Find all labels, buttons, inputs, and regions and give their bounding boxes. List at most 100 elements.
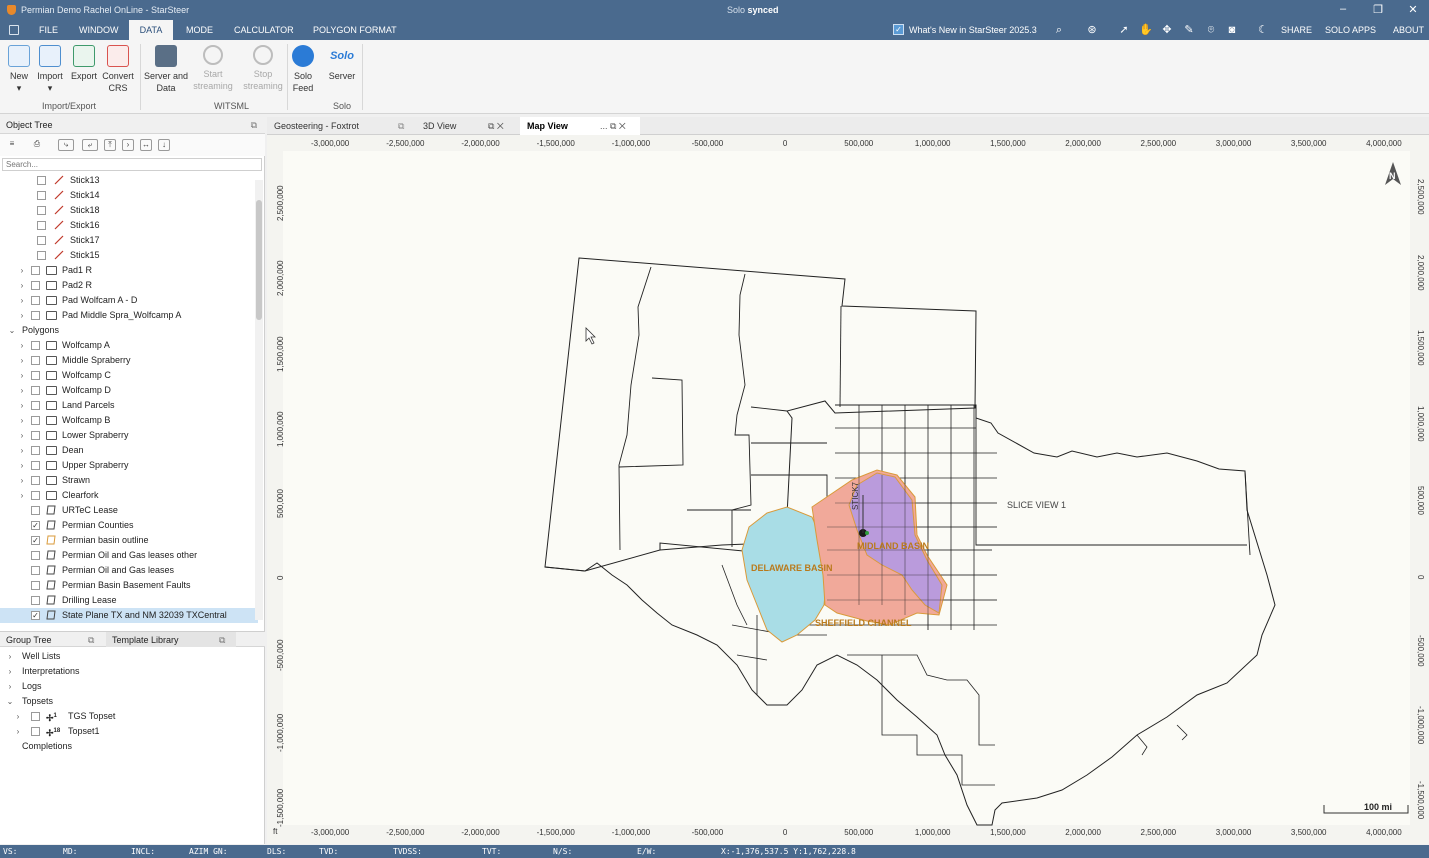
object-tree-row[interactable]: › Strawn — [0, 473, 258, 488]
object-tree-row[interactable]: › Wolfcamp C — [0, 368, 258, 383]
expand-icon[interactable]: › — [6, 649, 14, 664]
visibility-checkbox[interactable] — [31, 566, 40, 575]
visibility-checkbox[interactable] — [31, 311, 40, 320]
expand-icon[interactable]: › — [18, 278, 26, 293]
solo-server-button[interactable]: Solo Server — [327, 45, 357, 82]
object-tree-row[interactable]: Stick18 — [0, 203, 258, 218]
object-tree-row[interactable]: ✓ Permian Counties — [0, 518, 258, 533]
expand-icon[interactable]: › — [18, 293, 26, 308]
visibility-checkbox[interactable] — [31, 386, 40, 395]
visibility-checkbox[interactable] — [31, 371, 40, 380]
well-head-icon[interactable] — [865, 531, 869, 535]
object-tree-row[interactable]: Permian Oil and Gas leases other — [0, 548, 258, 563]
tab-window[interactable]: WINDOW — [71, 20, 127, 40]
expand-icon[interactable]: › — [18, 488, 26, 503]
tab-close-icon[interactable]: ... ⧉ ✕ — [600, 117, 626, 135]
tab-calculator[interactable]: CALCULATOR — [226, 20, 302, 40]
scrollbar-thumb[interactable] — [256, 200, 262, 320]
well-label[interactable]: STICK7 — [851, 482, 860, 510]
export-button[interactable]: Export — [69, 45, 99, 82]
expand-icon[interactable]: › — [18, 428, 26, 443]
pointer-icon[interactable]: ➚ — [1117, 23, 1131, 37]
visibility-checkbox[interactable] — [37, 221, 46, 230]
visibility-checkbox[interactable]: ✓ — [31, 611, 40, 620]
float-panel-icon[interactable]: ⧉ — [219, 635, 225, 646]
object-tree-row[interactable]: › Pad Wolfcam A - D — [0, 293, 258, 308]
object-tree-row[interactable]: › Pad1 R — [0, 263, 258, 278]
whats-new-link[interactable]: ✓ What's New in StarSteer 2025.3 — [893, 24, 1037, 36]
object-tree-row[interactable]: › Pad Middle Spra_Wolfcamp A — [0, 308, 258, 323]
tab-mode[interactable]: MODE — [178, 20, 221, 40]
link-icon[interactable]: ⤷ — [58, 139, 74, 151]
expand-icon[interactable]: ⌄ — [8, 323, 16, 338]
group-tree-row[interactable]: › Interpretations — [0, 664, 258, 679]
object-tree-row[interactable]: Drilling Lease — [0, 593, 258, 608]
object-tree-row[interactable]: URTeC Lease — [0, 503, 258, 518]
move-top-icon[interactable]: ⤒ — [104, 139, 116, 151]
visibility-checkbox[interactable]: ✓ — [31, 521, 40, 530]
branch-icon[interactable]: ⤶ — [82, 139, 98, 151]
expand-icon[interactable]: › — [18, 263, 26, 278]
expand-icon[interactable]: › — [18, 413, 26, 428]
stop-streaming-button[interactable]: Stop streaming — [241, 45, 285, 92]
hand-icon[interactable]: ✋ — [1139, 23, 1153, 37]
visibility-checkbox[interactable] — [31, 727, 40, 736]
group-tree-row[interactable]: › ✢18 Topset1 — [0, 724, 258, 739]
visibility-checkbox[interactable]: ✓ — [31, 536, 40, 545]
tab-file[interactable]: FILE — [31, 20, 66, 40]
minimize-button[interactable]: – — [1336, 3, 1350, 15]
visibility-checkbox[interactable] — [31, 506, 40, 515]
object-tree-row[interactable]: ✓ State Plane TX and NM 32039 TXCentral — [0, 608, 258, 623]
expand-icon[interactable]: › — [18, 383, 26, 398]
expand-icon[interactable]: › — [14, 709, 22, 724]
visibility-checkbox[interactable] — [31, 356, 40, 365]
server-and-data-button[interactable]: Server and Data — [143, 45, 189, 94]
tab-template-library[interactable]: Template Library — [106, 632, 236, 647]
about-button[interactable]: ABOUT — [1393, 20, 1424, 40]
object-tree-row[interactable]: › Dean — [0, 443, 258, 458]
expand-icon[interactable]: › — [18, 443, 26, 458]
expand-icon[interactable]: › — [18, 338, 26, 353]
float-panel-icon[interactable]: ⧉ — [251, 116, 257, 134]
group-tree-row[interactable]: › ✢1 TGS Topset — [0, 709, 258, 724]
object-tree-row[interactable]: › Wolfcamp B — [0, 413, 258, 428]
visibility-checkbox[interactable] — [31, 281, 40, 290]
visibility-checkbox[interactable] — [31, 446, 40, 455]
move-right-icon[interactable]: › — [122, 139, 134, 151]
visibility-checkbox[interactable] — [37, 251, 46, 260]
object-tree-row[interactable]: Permian Basin Basement Faults — [0, 578, 258, 593]
object-tree-row[interactable]: Stick17 — [0, 233, 258, 248]
object-tree-row[interactable]: Stick13 — [0, 173, 258, 188]
visibility-checkbox[interactable] — [31, 341, 40, 350]
visibility-checkbox[interactable] — [31, 476, 40, 485]
tab-geosteering[interactable]: Geosteering - Foxtrot ⧉ — [267, 117, 415, 135]
visibility-checkbox[interactable] — [31, 296, 40, 305]
object-tree-row[interactable]: › Wolfcamp A — [0, 338, 258, 353]
map-view[interactable]: SLICE VIEW 1 DELAWARE BASIN MIDLAND BASI… — [267, 135, 1429, 844]
object-tree-row[interactable]: Stick16 — [0, 218, 258, 233]
solo-apps-button[interactable]: SOLO APPS — [1325, 20, 1376, 40]
filter-icon[interactable]: ≡ — [6, 139, 18, 151]
visibility-checkbox[interactable] — [37, 191, 46, 200]
visibility-checkbox[interactable] — [31, 491, 40, 500]
visibility-checkbox[interactable] — [37, 176, 46, 185]
object-tree-row[interactable]: › Upper Spraberry — [0, 458, 258, 473]
object-tree-scrollbar[interactable] — [255, 180, 263, 620]
float-panel-icon[interactable]: ⧉ — [88, 635, 94, 646]
camera-icon[interactable]: ◙ — [1225, 23, 1239, 37]
move-icon[interactable]: ✥ — [1160, 23, 1174, 37]
object-tree-row[interactable]: › Lower Spraberry — [0, 428, 258, 443]
tab-3d-view[interactable]: 3D View ⧉ ✕ — [416, 117, 515, 135]
solo-feed-button[interactable]: Solo Feed — [290, 45, 316, 94]
expand-icon[interactable]: › — [6, 664, 14, 679]
visibility-checkbox[interactable] — [31, 596, 40, 605]
move-down-icon[interactable]: ↓ — [158, 139, 170, 151]
visibility-checkbox[interactable] — [31, 551, 40, 560]
visibility-checkbox[interactable] — [31, 266, 40, 275]
object-tree-row[interactable]: › Wolfcamp D — [0, 383, 258, 398]
tab-map-view[interactable]: Map View... ⧉ ✕ — [520, 117, 640, 135]
collapse-icon[interactable]: ↔ — [140, 139, 152, 151]
expand-icon[interactable]: › — [18, 368, 26, 383]
new-button[interactable]: New ▾ — [6, 45, 32, 94]
object-tree-row[interactable]: › Pad2 R — [0, 278, 258, 293]
